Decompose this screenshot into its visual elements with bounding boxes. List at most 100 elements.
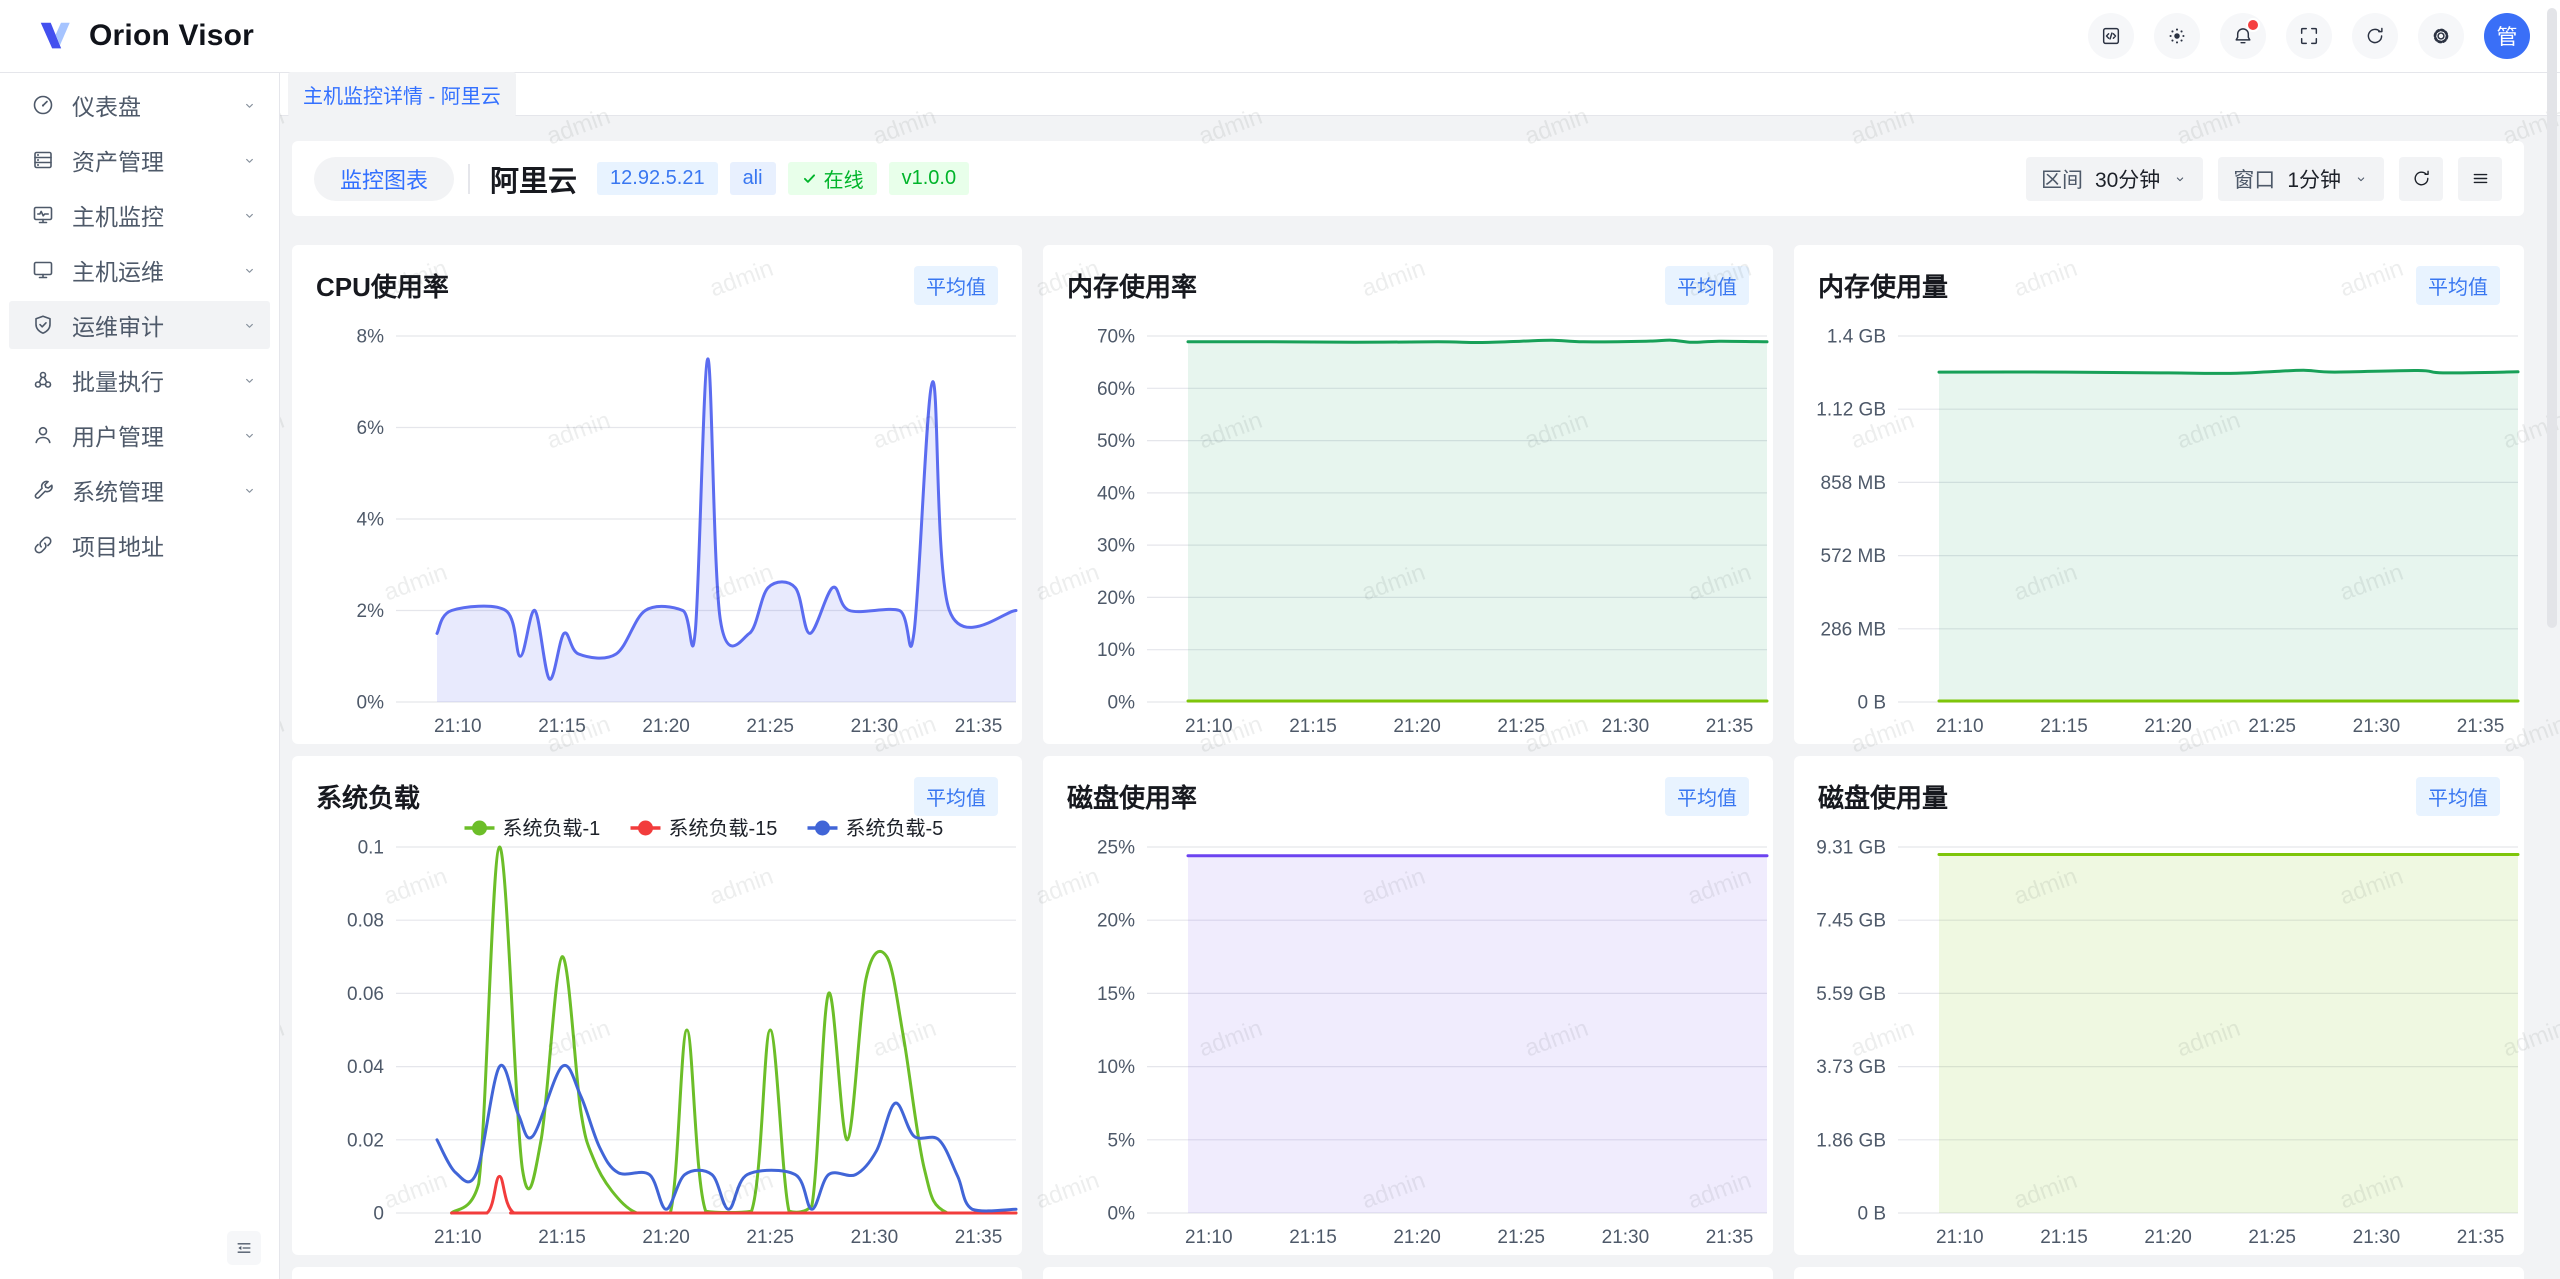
chart-card-0: CPU使用率 平均值0%2%4%6%8%21:1021:1521:2021:252… (292, 245, 1022, 744)
tab-monitor-charts[interactable]: 监控图表 (314, 157, 454, 201)
svg-text:20%: 20% (1097, 911, 1135, 932)
svg-text:21:20: 21:20 (642, 716, 690, 737)
sidebar-item-users[interactable]: 用户管理 (9, 411, 270, 459)
sidebar-item-label: 仪表盘 (72, 88, 241, 122)
chevron-down-icon (241, 97, 258, 114)
app-title: Orion Visor (89, 19, 254, 53)
fullscreen-button[interactable] (2286, 13, 2332, 59)
chart-card-header: 磁盘使用率 平均值 (1043, 778, 1773, 814)
sidebar-item-system[interactable]: 系统管理 (9, 466, 270, 514)
sidebar-item-label: 系统管理 (72, 473, 241, 507)
aggregation-badge[interactable]: 平均值 (2416, 266, 2500, 305)
svg-text:10%: 10% (1097, 640, 1135, 661)
svg-text:21:25: 21:25 (746, 1227, 794, 1248)
refresh-charts-button[interactable] (2399, 157, 2443, 201)
svg-text:21:20: 21:20 (1393, 716, 1441, 737)
svg-text:21:30: 21:30 (851, 1227, 899, 1248)
sidebar-item-host-monitor[interactable]: 主机监控 (9, 191, 270, 239)
sidebar-item-host-ops[interactable]: 主机运维 (9, 246, 270, 294)
svg-text:21:25: 21:25 (1497, 716, 1545, 737)
sidebar-item-audit[interactable]: 运维审计 (9, 301, 270, 349)
sidebar-item-assets[interactable]: 资产管理 (9, 136, 270, 184)
chart-title: 磁盘使用率 (1067, 778, 1197, 815)
chevron-down-icon (241, 372, 258, 389)
chart-plot: 00.020.040.060.080.121:1021:1521:2021:25… (292, 818, 1022, 1251)
host-monitor-icon (31, 203, 55, 227)
chart-title: 内存使用量 (1818, 267, 1948, 304)
sidebar-item-label: 运维审计 (72, 308, 241, 342)
avatar[interactable]: 管 (2484, 13, 2530, 59)
interval-value: 30分钟 (2095, 164, 2160, 194)
svg-text:系统负载-1: 系统负载-1 (503, 818, 601, 840)
svg-text:21:30: 21:30 (1602, 1227, 1650, 1248)
chart-plot: 0%10%20%30%40%50%60%70%21:1021:1521:2021… (1043, 307, 1773, 740)
aggregation-badge[interactable]: 平均值 (1665, 266, 1749, 305)
chevron-down-icon (2353, 171, 2369, 187)
chart-area: 0%10%20%30%40%50%60%70%21:1021:1521:2021… (1043, 307, 1773, 740)
svg-text:21:15: 21:15 (1289, 1227, 1337, 1248)
svg-text:0.08: 0.08 (347, 911, 384, 932)
svg-text:10%: 10% (1097, 1057, 1135, 1078)
aggregation-badge[interactable]: 平均值 (914, 777, 998, 816)
code-button[interactable] (2088, 13, 2134, 59)
dashboard-icon (31, 93, 55, 117)
svg-text:21:35: 21:35 (955, 1227, 1003, 1248)
check-icon (801, 170, 818, 187)
svg-text:系统负载-5: 系统负载-5 (846, 818, 944, 840)
chart-plot: 0%2%4%6%8%21:1021:1521:2021:2521:3021:35 (292, 307, 1022, 740)
host-tag: 在线 (788, 162, 877, 195)
svg-text:21:10: 21:10 (1185, 1227, 1233, 1248)
sidebar-item-label: 主机运维 (72, 253, 241, 287)
interval-select[interactable]: 区间 30分钟 (2026, 157, 2203, 201)
chevron-down-icon (241, 482, 258, 499)
notifications-button[interactable] (2220, 13, 2266, 59)
chart-title: CPU使用率 (316, 267, 449, 304)
sidebar-item-label: 资产管理 (72, 143, 241, 177)
aggregation-badge[interactable]: 平均值 (1665, 777, 1749, 816)
svg-text:0.02: 0.02 (347, 1130, 384, 1151)
svg-text:30%: 30% (1097, 536, 1135, 557)
sidebar-item-dashboard[interactable]: 仪表盘 (9, 81, 270, 129)
svg-text:50%: 50% (1097, 431, 1135, 452)
chart-card-stub (1794, 1267, 2524, 1279)
svg-text:7.45 GB: 7.45 GB (1816, 911, 1886, 932)
svg-text:21:30: 21:30 (2353, 1227, 2401, 1248)
svg-text:0.06: 0.06 (347, 984, 384, 1005)
chevron-down-icon (241, 152, 258, 169)
svg-text:1.12 GB: 1.12 GB (1816, 400, 1886, 421)
theme-sun-icon (2166, 25, 2188, 47)
aggregation-badge[interactable]: 平均值 (2416, 777, 2500, 816)
chart-card-2: 内存使用量 平均值0 B286 MB572 MB858 MB1.12 GB1.4 … (1794, 245, 2524, 744)
chart-card-stub (1043, 1267, 1773, 1279)
sidebar-item-batch[interactable]: 批量执行 (9, 356, 270, 404)
refresh-button[interactable] (2352, 13, 2398, 59)
aggregation-badge[interactable]: 平均值 (914, 266, 998, 305)
svg-text:0.04: 0.04 (347, 1057, 384, 1078)
chart-card-header: 系统负载平均值 (292, 778, 1022, 814)
chart-area: 0 B286 MB572 MB858 MB1.12 GB1.4 GB21:102… (1794, 307, 2524, 740)
svg-text:21:25: 21:25 (1497, 1227, 1545, 1248)
breadcrumb: 主机监控详情 - 阿里云 (280, 73, 2560, 116)
divider (468, 164, 470, 194)
svg-text:21:20: 21:20 (642, 1227, 690, 1248)
breadcrumb-tab[interactable]: 主机监控详情 - 阿里云 (288, 72, 516, 117)
chevron-down-icon (241, 262, 258, 279)
svg-text:21:25: 21:25 (2248, 716, 2296, 737)
settings-button[interactable] (2418, 13, 2464, 59)
svg-text:2%: 2% (357, 601, 385, 622)
host-toolbar: 监控图表 阿里云 12.92.5.21ali在线v1.0.0 区间 30分钟 窗… (292, 141, 2524, 216)
sidebar-collapse-button[interactable] (227, 1231, 261, 1265)
chart-card-stub (292, 1267, 1022, 1279)
sidebar-item-link[interactable]: 项目地址 (9, 521, 270, 569)
theme-button[interactable] (2154, 13, 2200, 59)
svg-text:21:30: 21:30 (851, 716, 899, 737)
host-tag: 12.92.5.21 (597, 162, 718, 195)
window-select[interactable]: 窗口 1分钟 (2218, 157, 2384, 201)
refresh-icon (2364, 25, 2386, 47)
chevron-down-icon (2172, 171, 2188, 187)
chart-layout-button[interactable] (2458, 157, 2502, 201)
scrollbar-thumb[interactable] (2547, 8, 2557, 628)
chart-card-3: 系统负载平均值00.020.040.060.080.121:1021:1521:… (292, 756, 1022, 1255)
svg-text:25%: 25% (1097, 838, 1135, 859)
fullscreen-icon (2298, 25, 2320, 47)
